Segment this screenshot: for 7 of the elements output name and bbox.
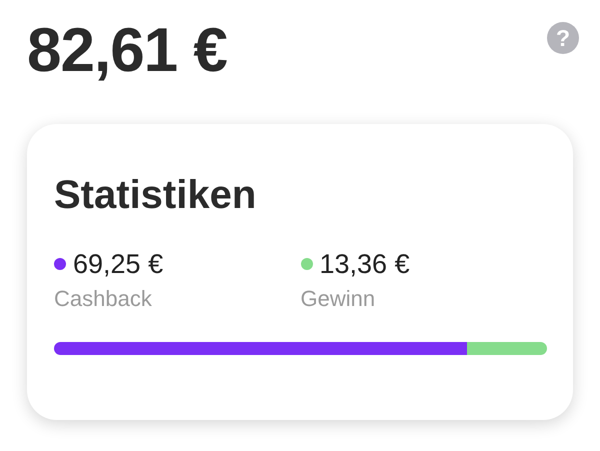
amount: 13,36 € — [320, 248, 410, 280]
legend-label: Gewinn — [300, 286, 376, 312]
balance-amount: 82,61 € — [27, 16, 227, 86]
amount: 69,25 € — [73, 248, 164, 280]
help-icon[interactable]: ? — [547, 22, 579, 54]
card-title: Statistiken — [54, 172, 258, 219]
legend-label: Cashback — [54, 286, 153, 312]
